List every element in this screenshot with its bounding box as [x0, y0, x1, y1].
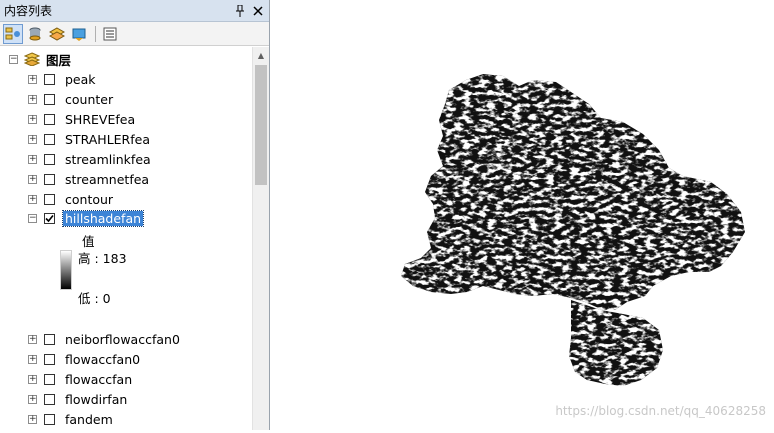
- visibility-checkbox[interactable]: [44, 113, 55, 125]
- layer-label[interactable]: streamlinkfea: [63, 152, 153, 167]
- layer-label[interactable]: flowdirfan: [63, 392, 129, 407]
- layer-row-flowaccfan0[interactable]: + flowaccfan0: [28, 349, 142, 369]
- layers-icon: [24, 52, 40, 66]
- visibility-checkbox[interactable]: [44, 73, 55, 85]
- root-label: 图层: [46, 52, 72, 68]
- layer-row-flowdirfan[interactable]: + flowdirfan: [28, 389, 129, 409]
- expand-icon[interactable]: +: [28, 114, 37, 124]
- pin-icon[interactable]: [233, 4, 247, 18]
- layer-label[interactable]: SHREVEfea: [63, 112, 137, 127]
- legend-high-value: 高 : 183: [78, 251, 127, 266]
- visibility-checkbox[interactable]: [44, 153, 55, 165]
- visibility-checkbox[interactable]: [44, 393, 55, 405]
- list-by-visibility-icon[interactable]: [47, 24, 67, 44]
- expand-icon[interactable]: +: [28, 394, 37, 404]
- vertical-scrollbar[interactable]: ▲: [252, 47, 269, 430]
- expand-icon[interactable]: +: [28, 194, 37, 204]
- expand-icon[interactable]: +: [28, 334, 37, 344]
- layer-label[interactable]: contour: [63, 192, 115, 207]
- layer-label[interactable]: streamnetfea: [63, 172, 151, 187]
- list-by-drawing-order-icon[interactable]: [3, 23, 23, 44]
- selected-layer-label[interactable]: hillshadefan: [61, 209, 145, 227]
- scroll-up-icon[interactable]: ▲: [253, 47, 269, 63]
- layer-label[interactable]: neiborflowaccfan0: [63, 332, 182, 347]
- panel-title-bar: 内容列表: [0, 0, 269, 22]
- layer-row-streamnet[interactable]: + streamnetfea: [28, 169, 151, 189]
- expand-icon[interactable]: +: [28, 174, 37, 184]
- collapse-icon[interactable]: −: [28, 213, 37, 223]
- layer-row-shreve[interactable]: + SHREVEfea: [28, 109, 137, 129]
- expand-icon[interactable]: +: [28, 94, 37, 104]
- layer-row-counter[interactable]: + counter: [28, 89, 115, 109]
- visibility-checkbox[interactable]: [44, 133, 55, 145]
- legend-low-value: 低 : 0: [78, 291, 111, 306]
- scrollbar-thumb[interactable]: [255, 65, 267, 185]
- layer-row-neiborflowaccfan0[interactable]: + neiborflowaccfan0: [28, 329, 182, 349]
- layer-row-contour[interactable]: + contour: [28, 189, 115, 209]
- layer-label[interactable]: flowaccfan: [63, 372, 134, 387]
- expand-icon[interactable]: +: [28, 74, 37, 84]
- layer-row-strahler[interactable]: + STRAHLERfea: [28, 129, 152, 149]
- visibility-checkbox-checked[interactable]: [44, 212, 55, 224]
- toc-toolbar: [0, 22, 269, 46]
- layer-row-hillshadefan[interactable]: − hillshadefan: [28, 208, 145, 228]
- layer-tree: − 图层 + peak + counter + SHREVEfea + STRA…: [0, 47, 252, 430]
- layer-row-fandem[interactable]: + fandem: [28, 409, 115, 429]
- expand-icon[interactable]: +: [28, 374, 37, 384]
- layer-label[interactable]: peak: [63, 72, 98, 87]
- visibility-checkbox[interactable]: [44, 193, 55, 205]
- list-by-source-icon[interactable]: [25, 24, 45, 44]
- visibility-checkbox[interactable]: [44, 413, 55, 425]
- layer-label[interactable]: fandem: [63, 412, 115, 427]
- visibility-checkbox[interactable]: [44, 353, 55, 365]
- expand-icon[interactable]: +: [28, 154, 37, 164]
- layer-label[interactable]: counter: [63, 92, 115, 107]
- toolbar-separator: [95, 25, 96, 42]
- table-of-contents-panel: 内容列表 − 图层 + peak + counter + SHREVEfea +…: [0, 0, 270, 430]
- layer-row-flowaccfan[interactable]: + flowaccfan: [28, 369, 134, 389]
- layer-label[interactable]: flowaccfan0: [63, 352, 142, 367]
- visibility-checkbox[interactable]: [44, 93, 55, 105]
- layer-row-streamlink[interactable]: + streamlinkfea: [28, 149, 153, 169]
- visibility-checkbox[interactable]: [44, 373, 55, 385]
- expand-icon[interactable]: +: [28, 414, 37, 424]
- options-icon[interactable]: [100, 24, 120, 44]
- tree-root-layers[interactable]: − 图层: [9, 49, 73, 69]
- expand-icon[interactable]: +: [28, 354, 37, 364]
- legend-gradient-ramp: [60, 250, 72, 290]
- collapse-icon[interactable]: −: [9, 54, 18, 64]
- map-view[interactable]: https://blog.csdn.net/qq_40628258: [271, 0, 774, 430]
- close-icon[interactable]: [251, 4, 265, 18]
- hillshade-raster-image: [401, 74, 745, 386]
- visibility-checkbox[interactable]: [44, 333, 55, 345]
- visibility-checkbox[interactable]: [44, 173, 55, 185]
- watermark-text: https://blog.csdn.net/qq_40628258: [555, 404, 766, 418]
- list-by-selection-icon[interactable]: [69, 24, 89, 44]
- panel-title: 内容列表: [4, 4, 53, 18]
- expand-icon[interactable]: +: [28, 134, 37, 144]
- layer-label[interactable]: STRAHLERfea: [63, 132, 152, 147]
- layer-row-peak[interactable]: + peak: [28, 69, 98, 89]
